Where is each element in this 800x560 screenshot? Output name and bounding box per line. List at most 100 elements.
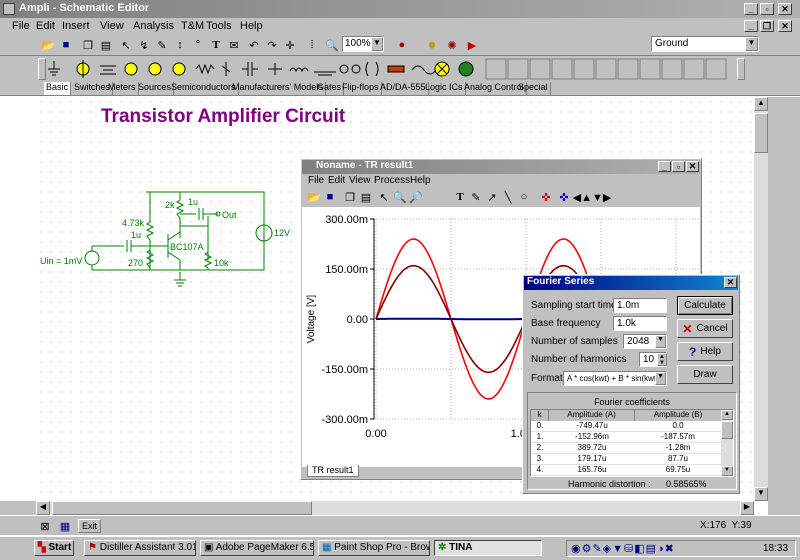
zoom-dropdown-icon[interactable]: ▼ — [371, 37, 383, 51]
zoom-icon[interactable]: 🔍 — [322, 35, 342, 55]
ac-analysis-icon[interactable]: ✹ — [422, 35, 442, 55]
tr-arrow-icon[interactable]: ↗ — [484, 189, 500, 205]
tr-close-button[interactable]: ✕ — [686, 161, 699, 172]
text-icon[interactable]: T — [206, 35, 226, 55]
tab-logic-ics[interactable]: Logic ICs — [423, 82, 466, 95]
fourier-dialog[interactable]: Fourier Series ✕ Sampling start time 1.0… — [522, 274, 740, 494]
tab-manufacturers-models[interactable]: Manufacturers' Models — [230, 82, 326, 95]
mirror-icon[interactable]: ✛ — [280, 35, 300, 55]
sampling-start-input[interactable]: 1.0m — [613, 298, 667, 313]
fault-icon[interactable]: ▶ — [462, 35, 482, 55]
dc-analysis-icon[interactable]: ● — [392, 35, 412, 55]
tr-open-icon[interactable]: 📂 — [306, 189, 322, 205]
main-vertical-scrollbar[interactable]: ▲ ▼ — [754, 97, 768, 501]
coefficients-table[interactable]: k Amplitude (A) Amplitude (B) 0. -749.47u… — [530, 409, 734, 477]
taskbar-item-tina[interactable]: ✲ TINA — [434, 540, 542, 556]
paste-icon[interactable]: ▤ — [96, 35, 116, 55]
scroll-right-button[interactable]: ▶ — [740, 501, 754, 515]
tab-ad-da-555[interactable]: AD/DA-555 — [378, 82, 429, 95]
menu-file[interactable]: File — [12, 20, 30, 32]
tr-minimize-button[interactable]: _ — [658, 161, 671, 172]
grid-icon[interactable]: ⁞ — [302, 35, 322, 55]
tr-menu-process[interactable]: Process — [374, 175, 410, 186]
taskbar-item-paintshop[interactable]: ▦ Paint Shop Pro - Browse - — [318, 540, 430, 556]
main-horizontal-scrollbar[interactable]: ◀ ▶ — [36, 501, 754, 515]
tr-text-icon[interactable]: T — [452, 189, 468, 205]
open-icon[interactable]: 📂 — [38, 35, 58, 55]
tr-copy-icon[interactable]: ❐ — [342, 189, 358, 205]
calculate-button[interactable]: Calculate — [677, 296, 733, 315]
tr-menu-edit[interactable]: Edit — [328, 175, 345, 186]
rotate-left-icon[interactable]: ↶ — [244, 35, 264, 55]
table-row[interactable]: 3. 179.17u 87.7u — [531, 454, 721, 465]
tr-zoom-out-icon[interactable]: 🔎 — [408, 189, 424, 205]
tr-line-icon[interactable]: ╲ — [500, 189, 516, 205]
component-palette[interactable] — [46, 58, 746, 80]
start-button[interactable]: ▚ Start — [34, 540, 74, 556]
ground-select[interactable]: Ground ▼ — [651, 36, 759, 52]
exit-button[interactable]: Exit — [78, 519, 102, 533]
label-icon[interactable]: ° — [188, 35, 208, 55]
tr-menu-help[interactable]: Help — [410, 175, 431, 186]
breadboard-view-icon[interactable]: ▦ — [56, 518, 74, 534]
table-row[interactable]: 1. -152.96m -187.57m — [531, 432, 721, 443]
tr-nav-icon[interactable]: ◀▲▼▶ — [573, 189, 612, 205]
doc-restore-button[interactable]: ❐ — [760, 20, 774, 32]
minimize-button[interactable]: _ — [744, 3, 758, 15]
coef-scroll-thumb[interactable] — [721, 421, 733, 439]
menu-analysis[interactable]: Analysis — [133, 20, 174, 32]
tr-result-tab[interactable]: TR result1 — [307, 465, 359, 477]
component-scroll-left[interactable] — [38, 58, 46, 80]
menu-insert[interactable]: Insert — [62, 20, 90, 32]
rotate-right-icon[interactable]: ↷ — [262, 35, 282, 55]
coef-scroll-up[interactable]: ▲ — [721, 410, 733, 420]
table-row[interactable]: 0. -749.47u 0.0 — [531, 421, 721, 432]
transient-icon[interactable]: ✺ — [442, 35, 462, 55]
pen-icon[interactable]: ✎ — [152, 35, 172, 55]
help-button[interactable]: ? Help — [677, 342, 733, 361]
circuit-view-icon[interactable]: ⊠ — [36, 518, 54, 534]
tr-cursor-a-icon[interactable]: ✜ — [538, 189, 554, 205]
close-button[interactable]: ✕ — [778, 3, 792, 15]
tr-paste-icon[interactable]: ▤ — [358, 189, 374, 205]
tr-pointer-icon[interactable]: ↖ — [376, 189, 392, 205]
circuit-diagram[interactable]: 4.73k 1u 270 2k 1u Out BC107A 10k 12V Ui… — [36, 180, 296, 290]
format-select[interactable]: A * cos(kwt) + B * sin(kwt) — [563, 371, 667, 386]
maximize-button[interactable]: ▫ — [760, 3, 774, 15]
save-icon[interactable]: ■ — [56, 35, 76, 55]
tr-menu-view[interactable]: View — [349, 175, 371, 186]
menu-tm[interactable]: T&M — [181, 20, 204, 32]
taskbar-item-pagemaker[interactable]: ▣ Adobe PageMaker 6.5 - [T... — [200, 540, 314, 556]
tab-special[interactable]: Special — [516, 82, 551, 95]
tab-flip-flops[interactable]: Flip-flops — [340, 82, 382, 95]
menu-tools[interactable]: Tools — [206, 20, 232, 32]
table-row[interactable]: 2. 389.72u -1.28m — [531, 443, 721, 454]
doc-close-button[interactable]: ✕ — [778, 20, 792, 32]
pointer-icon[interactable]: ↖ — [116, 35, 136, 55]
tab-basic[interactable]: Basic — [44, 82, 72, 95]
tr-save-icon[interactable]: ■ — [322, 189, 338, 205]
zoom-select[interactable]: 100% ▼ — [342, 36, 384, 52]
wire-icon[interactable]: ↯ — [134, 35, 154, 55]
base-frequency-input[interactable]: 1.0k — [613, 316, 667, 331]
property-icon[interactable]: ↕ — [170, 35, 190, 55]
menu-view[interactable]: View — [100, 20, 124, 32]
scroll-left-button[interactable]: ◀ — [36, 501, 50, 515]
coefficients-scrollbar[interactable]: ▲ ▼ — [721, 410, 733, 476]
tr-cursor-b-icon[interactable]: ✜ — [556, 189, 572, 205]
horizontal-scroll-thumb[interactable] — [52, 501, 312, 515]
num-harmonics-spin-icon[interactable]: ▲ ▼ — [657, 353, 667, 366]
vertical-scroll-thumb[interactable] — [754, 113, 768, 153]
format-dropdown-icon[interactable]: ▼ — [655, 372, 666, 385]
menu-help[interactable]: Help — [240, 20, 263, 32]
coef-scroll-down[interactable]: ▼ — [721, 466, 733, 476]
tr-zoom-in-icon[interactable]: 🔍 — [392, 189, 408, 205]
doc-minimize-button[interactable]: _ — [744, 20, 758, 32]
tray-icons[interactable]: ◉⚙✎◈▼⛁◧▤◑✖ — [571, 542, 675, 555]
tab-semiconductors[interactable]: Semiconductors — [169, 82, 239, 95]
draw-button[interactable]: Draw — [677, 365, 733, 384]
tr-menu-file[interactable]: File — [308, 175, 324, 186]
scroll-down-button[interactable]: ▼ — [754, 487, 768, 501]
menu-edit[interactable]: Edit — [36, 20, 55, 32]
tr-draw-icon[interactable]: ✎ — [468, 189, 484, 205]
